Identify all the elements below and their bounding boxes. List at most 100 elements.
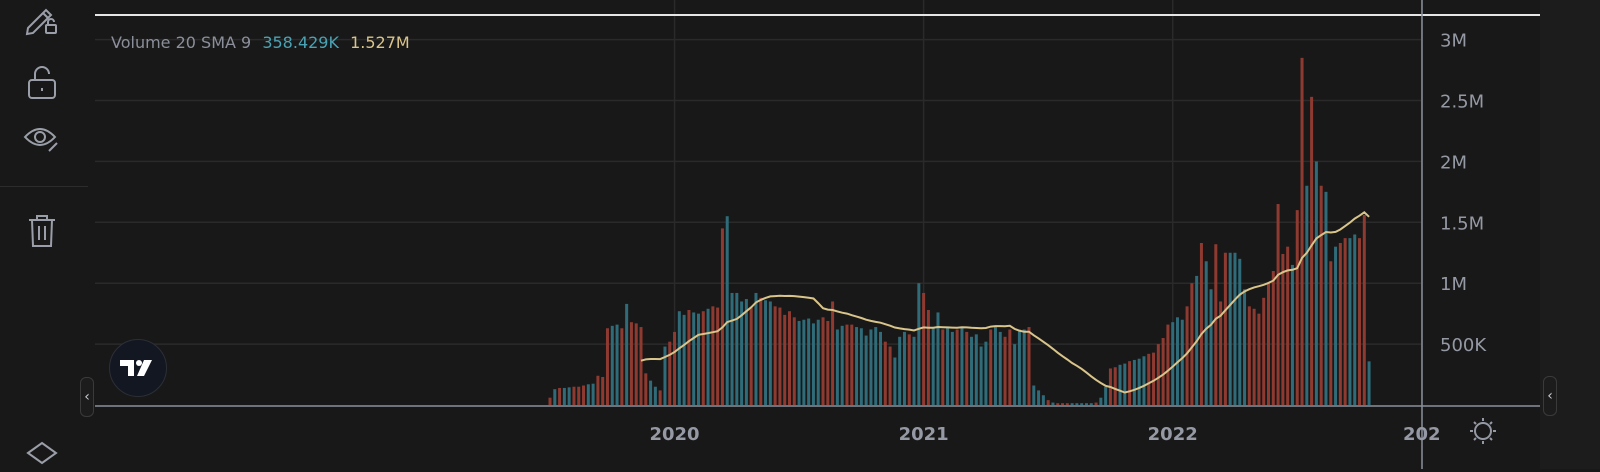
settings-gear-icon[interactable] — [1470, 418, 1496, 444]
volume-bar — [998, 331, 1002, 405]
volume-bar — [1113, 367, 1117, 405]
volume-bar — [1310, 96, 1314, 405]
volume-bar — [548, 397, 552, 405]
volume-bar — [730, 292, 734, 405]
volume-bar — [1094, 402, 1098, 405]
volume-bar — [1209, 289, 1213, 405]
volume-bar — [1056, 403, 1060, 405]
volume-bar — [1348, 238, 1352, 405]
volume-bar — [768, 301, 772, 405]
volume-bar — [759, 297, 763, 405]
volume-bar — [792, 317, 796, 405]
volume-bar — [845, 324, 849, 405]
volume-bar — [1314, 161, 1318, 405]
volume-bar — [917, 283, 921, 405]
volume-bar — [1343, 238, 1347, 405]
volume-bar — [1190, 283, 1194, 405]
volume-bar — [553, 389, 557, 405]
volume-bar — [922, 292, 926, 405]
volume-bar — [1061, 403, 1065, 405]
volume-bar — [1243, 289, 1247, 405]
volume-bar — [788, 311, 791, 405]
volume-bar — [586, 384, 590, 405]
volume-bar — [644, 373, 648, 405]
sma-value: 1.527M — [350, 33, 410, 52]
volume-bar — [893, 357, 897, 405]
volume-bar — [1276, 204, 1280, 405]
volume-bar — [711, 306, 715, 405]
volume-bar — [907, 334, 911, 405]
volume-bar — [1032, 385, 1036, 405]
volume-bar — [1238, 258, 1242, 405]
volume-bar — [716, 307, 720, 405]
volume-bar — [562, 387, 566, 405]
volume-bar — [883, 341, 887, 405]
volume-bar — [864, 335, 868, 405]
volume-bar — [869, 329, 873, 405]
volume-bar — [701, 311, 705, 405]
volume-bar — [1142, 356, 1146, 405]
volume-bar — [673, 331, 677, 405]
x-tick-label: 202 — [1403, 424, 1441, 445]
volume-bar — [1353, 234, 1357, 405]
volume-bar — [572, 386, 576, 405]
volume-bar — [950, 331, 954, 405]
volume-bar — [831, 301, 835, 405]
volume-bar — [1046, 400, 1050, 405]
volume-bar — [826, 320, 830, 405]
volume-bar — [1118, 364, 1122, 405]
y-tick-label: 1.5M — [1440, 213, 1484, 234]
volume-bar — [1156, 344, 1160, 405]
y-tick-label: 1M — [1440, 274, 1467, 295]
volume-bar — [1358, 238, 1362, 405]
volume-bar — [582, 385, 586, 405]
volume-bar — [1171, 322, 1175, 405]
collapse-left-button[interactable]: ‹ — [80, 377, 94, 417]
volume-bar — [1008, 329, 1012, 405]
volume-bar — [1319, 185, 1323, 405]
volume-bar — [1089, 403, 1093, 405]
volume-bar — [926, 309, 930, 405]
volume-bar — [1329, 261, 1333, 405]
volume-bar — [946, 327, 950, 405]
volume-bar — [989, 329, 993, 405]
volume-bar — [816, 319, 820, 405]
volume-bar — [1037, 390, 1041, 405]
volume-chart[interactable]: 500K 1M 1.5M 2M 2.5M 3M 2020 2021 2022 202 — [0, 0, 1600, 469]
volume-bar — [783, 314, 787, 405]
volume-bar — [668, 341, 672, 405]
volume-bar — [1166, 324, 1170, 405]
volume-bar — [1338, 243, 1342, 405]
volume-bar — [615, 324, 619, 405]
volume-bar — [1065, 403, 1069, 405]
volume-bar — [1252, 308, 1256, 405]
tradingview-logo[interactable] — [109, 339, 167, 397]
volume-bar — [1223, 252, 1227, 405]
volume-bar — [1027, 327, 1031, 405]
volume-bar — [984, 341, 988, 405]
volume-bar — [653, 386, 657, 405]
volume-bar — [1022, 329, 1026, 405]
x-tick-label: 2021 — [899, 424, 949, 445]
volume-bar — [558, 387, 562, 405]
volume-bar — [1204, 261, 1208, 405]
volume-bar — [1362, 214, 1366, 405]
volume-bar — [1041, 395, 1045, 405]
volume-bar — [605, 328, 609, 405]
volume-bar — [1084, 403, 1088, 405]
volume-bar — [1123, 363, 1127, 405]
volume-bar — [1075, 403, 1079, 405]
collapse-right-button[interactable]: ‹ — [1543, 376, 1557, 416]
volume-bar — [1214, 244, 1218, 405]
volume-bar — [1003, 336, 1007, 405]
volume-bar — [1132, 359, 1136, 405]
volume-bar — [1128, 361, 1132, 405]
price-axis: 500K 1M 1.5M 2M 2.5M 3M — [1440, 31, 1487, 357]
volume-bar — [811, 323, 815, 405]
volume-bar — [1137, 358, 1141, 405]
indicator-legend[interactable]: Volume 20 SMA 9 358.429K 1.527M — [111, 33, 416, 52]
volume-bar — [1334, 246, 1338, 405]
volume-bar — [1367, 361, 1371, 405]
volume-bar — [855, 327, 859, 405]
volume-bar — [1161, 338, 1165, 405]
